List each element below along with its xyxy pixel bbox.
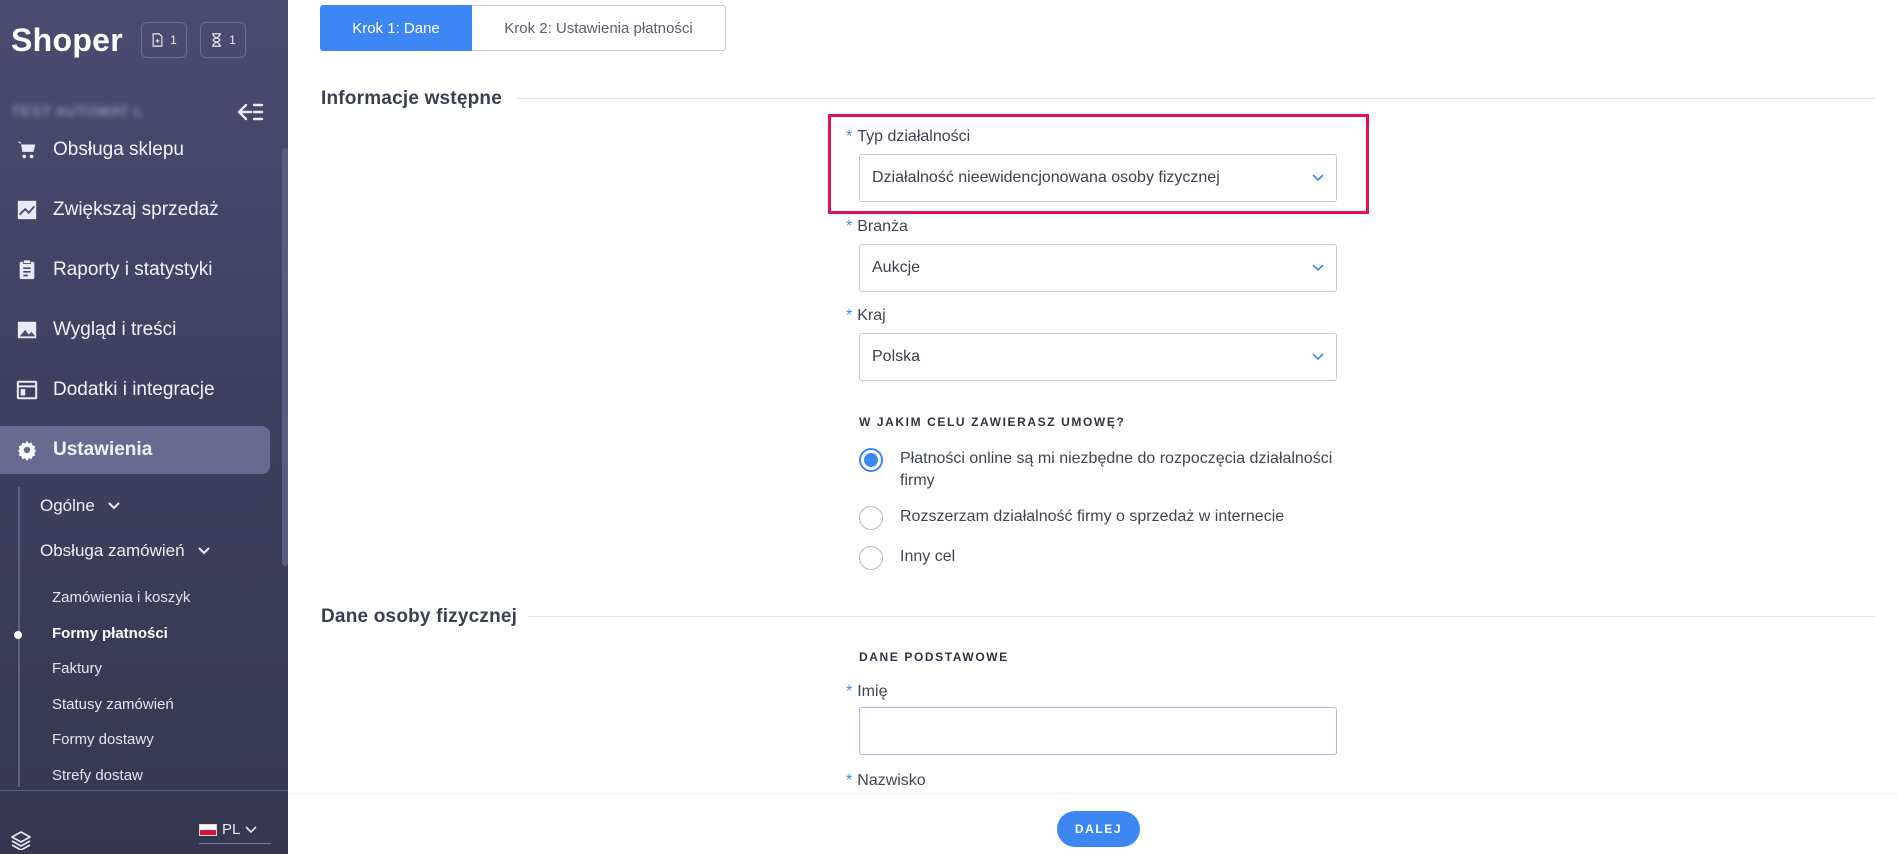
country-select[interactable]: Polska [859, 333, 1337, 381]
subnav-item-statusy-zamowien[interactable]: Statusy zamówień [52, 696, 174, 713]
purpose-option-2[interactable]: Rozszerzam działalność firmy o sprzedaż … [859, 506, 1340, 530]
business-type-label: * Typ działalności [846, 128, 970, 146]
label-text: Typ działalności [857, 128, 971, 145]
gear-icon [17, 440, 37, 461]
select-value: Działalność nieewidencjonowana osoby fiz… [872, 169, 1220, 186]
pending-count: 1 [229, 33, 236, 47]
shoper-logo[interactable]: Shoper [11, 22, 123, 59]
tab-krok-2-ustawienia-platnosci[interactable]: Krok 2: Ustawienia płatności [472, 5, 726, 51]
sidebar-item-label: Raporty i statystyki [53, 259, 213, 280]
window-icon [16, 380, 38, 400]
first-name-label: * Imię [846, 683, 887, 701]
country-label: * Kraj [846, 307, 886, 325]
layers-icon[interactable] [10, 830, 32, 850]
document-icon [152, 33, 163, 47]
sidebar-item-dodatki[interactable]: Dodatki i integracje [0, 366, 270, 414]
required-marker: * [846, 307, 853, 324]
select-value: Aukcje [872, 259, 921, 276]
sidebar-item-label: Wygląd i treści [53, 319, 177, 340]
business-type-select[interactable]: Działalność nieewidencjonowana osoby fiz… [859, 154, 1337, 202]
required-marker: * [846, 128, 853, 145]
required-marker: * [846, 772, 853, 789]
subnav-group-label: Ogólne [40, 496, 95, 515]
radio-label: Inny cel [900, 548, 956, 565]
poland-flag-icon [199, 823, 217, 836]
documents-count: 1 [170, 33, 177, 47]
sidebar-item-label: Ustawienia [53, 439, 153, 460]
subnav-item-zamowienia-i-koszyk[interactable]: Zamówienia i koszyk [52, 589, 190, 606]
required-marker: * [846, 683, 853, 700]
subnav-item-faktury[interactable]: Faktury [52, 660, 102, 677]
sidebar-item-raporty[interactable]: Raporty i statystyki [0, 246, 270, 294]
label-text: Nazwisko [857, 772, 926, 789]
language-code: PL [222, 821, 241, 838]
label-text: Branża [857, 218, 908, 235]
tab-krok-1-dane[interactable]: Krok 1: Dane [320, 5, 472, 51]
next-button[interactable]: DALEJ [1057, 811, 1140, 847]
trending-icon [17, 200, 37, 220]
step-tabs: Krok 1: Dane Krok 2: Ustawienia płatnośc… [320, 5, 726, 51]
hourglass-icon [212, 33, 222, 47]
radio-button[interactable] [859, 546, 883, 570]
sidebar-item-label: Obsługa sklepu [53, 139, 184, 160]
subnav-group-obsluga-zamowien[interactable]: Obsługa zamówień [40, 541, 211, 561]
sidebar-item-zwiekszaj-sprzedaz[interactable]: Zwiększaj sprzedaż [0, 186, 270, 234]
select-value: Polska [872, 348, 921, 365]
chevron-down-icon [197, 547, 210, 555]
label-text: Kraj [857, 307, 886, 324]
subnav-item-formy-platnosci[interactable]: Formy płatności [52, 625, 168, 642]
chevron-down-icon [1312, 264, 1324, 272]
sidebar-item-ustawienia[interactable]: Ustawienia [0, 426, 270, 474]
sidebar-item-label: Dodatki i integracje [53, 379, 215, 400]
sidebar: Shoper 1 1 TEST AUTOMAT L Obsługa sklepu… [0, 0, 288, 854]
first-name-input[interactable] [859, 707, 1337, 755]
section-divider [528, 616, 1875, 617]
purpose-heading: W JAKIM CELU ZAWIERASZ UMOWĘ? [859, 415, 1126, 429]
industry-select[interactable]: Aukcje [859, 244, 1337, 292]
store-name: TEST AUTOMAT L [12, 103, 144, 119]
subnav-group-label: Obsługa zamówień [40, 541, 185, 560]
documents-badge[interactable]: 1 [141, 22, 187, 58]
label-text: Imię [857, 683, 888, 700]
radio-button[interactable] [859, 506, 883, 530]
subnav-item-strefy-dostaw[interactable]: Strefy dostaw [52, 767, 143, 784]
sidebar-item-label: Zwiększaj sprzedaż [53, 199, 219, 220]
required-marker: * [846, 218, 853, 235]
radio-button[interactable] [859, 448, 883, 472]
sidebar-scrollbar[interactable] [282, 148, 288, 566]
current-item-bullet [14, 631, 22, 639]
pending-badge[interactable]: 1 [200, 22, 246, 58]
chevron-down-icon [1312, 174, 1324, 182]
purpose-option-3[interactable]: Inny cel [859, 546, 1340, 570]
chevron-down-icon [245, 825, 257, 833]
cart-icon [17, 141, 36, 159]
industry-label: * Branża [846, 218, 908, 236]
sidebar-item-obsluga-sklepu[interactable]: Obsługa sklepu [0, 126, 270, 174]
image-icon [17, 321, 37, 339]
last-name-label: * Nazwisko [846, 772, 926, 790]
basic-data-heading: DANE PODSTAWOWE [859, 650, 1009, 664]
subnav-item-formy-dostawy[interactable]: Formy dostawy [52, 731, 154, 748]
subnav-group-ogolne[interactable]: Ogólne [40, 496, 121, 516]
sidebar-item-wyglad[interactable]: Wygląd i treści [0, 306, 270, 354]
radio-label: Płatności online są mi niezbędne do rozp… [900, 450, 1333, 489]
chevron-down-icon [108, 502, 120, 510]
section-divider [517, 98, 1875, 99]
language-selector[interactable]: PL [199, 816, 271, 844]
radio-label: Rozszerzam działalność firmy o sprzedaż … [900, 508, 1285, 525]
purpose-option-1[interactable]: Płatności online są mi niezbędne do rozp… [859, 448, 1340, 492]
clipboard-icon [19, 259, 35, 280]
section-title-informacje-wstepne: Informacje wstępne [321, 88, 502, 109]
chevron-down-icon [1312, 353, 1324, 361]
section-title-dane-osoby-fizycznej: Dane osoby fizycznej [321, 606, 518, 627]
collapse-sidebar-icon[interactable] [236, 101, 264, 123]
